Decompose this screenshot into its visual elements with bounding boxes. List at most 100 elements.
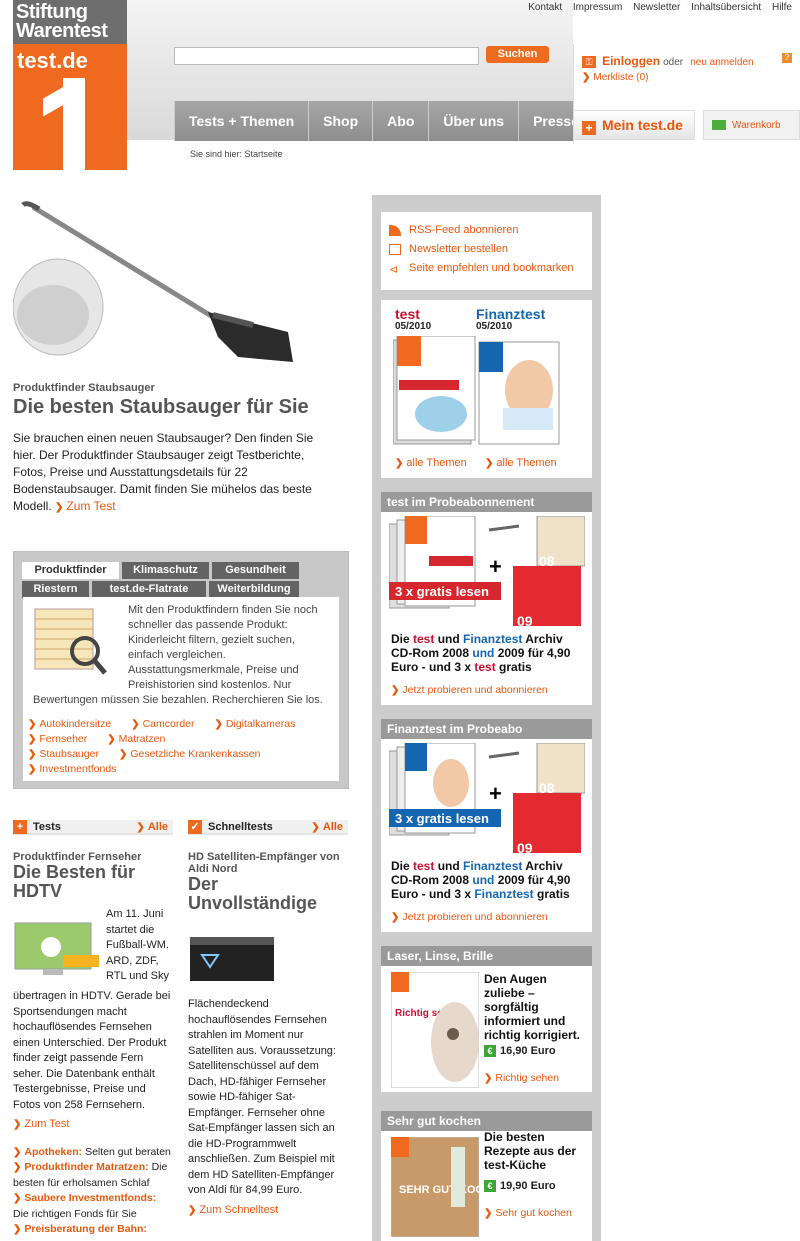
probe2-offer-image[interactable]: 3 x gratis lesen + 08 09 [389,743,585,855]
rss-icon [389,224,401,236]
pf-link-autokindersitze[interactable]: ❯ Autokindersitze [28,718,121,730]
pf-link-fernseher[interactable]: ❯ Fernseher [28,733,97,745]
schnelltests-alle-link[interactable]: ❯ Alle [311,820,343,835]
pf-link-label: Fernseher [39,733,88,745]
tests-title[interactable]: Die Besten für HDTV [13,863,173,901]
item-text: Selten gut beraten [85,1145,171,1158]
nav-tests-themen[interactable]: Tests + Themen [174,101,309,141]
tab-klimaschutz[interactable]: Klimaschutz [122,562,209,579]
pf-link-matratzen[interactable]: ❯ Matratzen [107,733,175,745]
book-sehr-gut-kochen-cover[interactable]: SEHR GUT KOCHEN [391,1137,479,1237]
tab-produktfinder[interactable]: Produktfinder [22,562,119,579]
chevron-right-icon: ❯ [188,1204,197,1216]
probe2-badge: 3 x gratis lesen [395,811,489,826]
schnelltests-head-label: Schnelltests [208,821,273,833]
probe1-link[interactable]: ❯ Jetzt probieren und abonnieren [391,684,548,696]
search-input[interactable] [174,47,479,65]
chevron-right-icon: ❯ [107,734,116,745]
breadcrumb: Sie sind hier: Startseite [190,149,283,159]
nav-abo[interactable]: Abo [372,101,429,141]
logo-wordmark: Stiftung Warentest [13,0,127,44]
pf-link-label: Digitalkameras [225,718,296,730]
pf-link-label: Camcorder [142,718,195,730]
book-richtig-sehen-cover[interactable]: Richtig sehen [391,972,479,1088]
pf-link-staubsauger[interactable]: ❯ Staubsauger [28,748,109,760]
probe1-badge: 3 x gratis lesen [395,584,489,599]
share-link[interactable]: ⊲ Seite empfehlen und bookmarken [389,262,584,276]
list-item[interactable]: ❯ Apotheken: Selten gut beraten [13,1145,173,1161]
tab-riestern[interactable]: Riestern [22,581,89,598]
pf-link-label: Investmentfonds [39,763,117,775]
hero-title[interactable]: Die besten Staubsauger für Sie [13,396,309,419]
top-link-hilfe[interactable]: Hilfe [772,2,792,13]
mag-finanztest-name[interactable]: Finanztest [476,306,545,322]
top-link-inhaltsuebersicht[interactable]: Inhaltsübersicht [691,2,761,13]
nav-presse[interactable]: Presse [518,101,573,141]
key-icon: ⚿ [582,56,596,68]
merkliste-link[interactable]: ❯ Merkliste (0) [582,72,648,83]
probe2-num-08: 08 [539,780,555,796]
chevron-right-icon: ❯ [28,764,37,775]
chevron-right-icon: ❯ [55,502,64,513]
probe2-link[interactable]: ❯ Jetzt probieren und abonnieren [391,911,548,923]
book1-text: Den Augen zuliebe – sorgfältig informier… [484,972,581,1042]
book2-link[interactable]: ❯ Sehr gut kochen [484,1207,572,1219]
pf-link-digitalkameras[interactable]: ❯ Digitalkameras [215,718,306,730]
item-title: Preisberatung der Bahn: [24,1223,147,1235]
pf-link-investmentfonds[interactable]: ❯ Investmentfonds [28,763,126,775]
schnelltests-title[interactable]: Der Unvollständige [188,875,348,913]
mag-test-link[interactable]: ❯ alle Themen [395,457,467,469]
item-title: Apotheken: [24,1145,83,1158]
tests-head-label: Tests [33,821,61,833]
nav-ueber-uns[interactable]: Über uns [428,101,519,141]
tests-link[interactable]: ❯ Zum Test [13,1117,173,1133]
stiftung-warentest-logo[interactable]: Stiftung Warentest test.de [13,0,127,170]
chevron-right-icon: ❯ [13,1224,22,1235]
list-item[interactable]: ❯ Produktfinder Matratzen: Die besten für… [13,1160,173,1191]
plus-sign: + [489,781,502,806]
help-icon[interactable]: ? [782,53,792,63]
top-link-impressum[interactable]: Impressum [573,2,622,13]
login-link[interactable]: Einloggen [602,54,660,68]
vacuum-cleaner-image[interactable] [13,197,348,372]
book1-link[interactable]: ❯ Richtig sehen [484,1072,559,1084]
chevron-right-icon: ❯ [13,1119,22,1130]
pf-link-camcorder[interactable]: ❯ Camcorder [131,718,204,730]
nav-shop[interactable]: Shop [308,101,373,141]
tab-flatrate[interactable]: test.de-Flatrate [92,581,206,598]
search-button[interactable]: Suchen [486,46,549,63]
newsletter-link[interactable]: Newsletter bestellen [389,243,584,255]
probe2-text: Die test und Finanztest Archiv CD-Rom 20… [391,859,587,901]
tab-gesundheit[interactable]: Gesundheit [212,562,299,579]
tab-weiterbildung[interactable]: Weiterbildung [209,581,299,598]
top-link-newsletter[interactable]: Newsletter [633,2,680,13]
warenkorb-button[interactable]: Warenkorb [703,110,800,140]
pf-link-krankenkassen[interactable]: ❯ Gesetzliche Krankenkassen [119,748,271,760]
mag-finanztest-link[interactable]: ❯ alle Themen [485,457,557,469]
schnelltests-kicker: HD Satelliten-Empfänger von Aldi Nord [188,851,340,875]
probe1-offer-image[interactable]: 3 x gratis lesen + 08 09 [389,516,585,628]
register-link[interactable]: neu anmelden [690,57,753,68]
schnelltests-link[interactable]: ❯ Zum Schnelltest [188,1203,348,1219]
tests-alle-link[interactable]: ❯ Alle [136,820,168,835]
chevron-right-icon: ❯ [311,822,320,833]
book2-box: SEHR GUT KOCHEN Die besten Rezepte aus d… [381,1130,592,1241]
hero-link[interactable]: Zum Test [66,499,115,513]
top-link-kontakt[interactable]: Kontakt [528,2,562,13]
book1-box: Richtig sehen Den Augen zuliebe – sorgfä… [381,966,592,1092]
list-item[interactable]: ❯ Preisberatung der Bahn: [13,1222,173,1238]
chevron-right-icon: ❯ [28,719,37,730]
list-item[interactable]: ❯ Saubere Investmentfonds: Die richtigen … [13,1191,173,1222]
mag-test-name[interactable]: test [395,306,420,322]
chevron-right-icon: ❯ [391,685,400,696]
chevron-right-icon: ❯ [391,912,400,923]
t: und [434,632,464,646]
t: test [474,660,496,674]
magazine-covers-image[interactable] [393,336,565,448]
probe2-box: 3 x gratis lesen + 08 09 Die test und Fi… [381,739,592,932]
mein-test-button[interactable]: + Mein test.de [573,110,695,140]
tv-image [14,922,99,975]
book1-header: Laser, Linse, Brille [381,946,592,966]
pf-link-label: Gesetzliche Krankenkassen [130,748,261,760]
rss-link[interactable]: RSS-Feed abonnieren [389,224,584,236]
